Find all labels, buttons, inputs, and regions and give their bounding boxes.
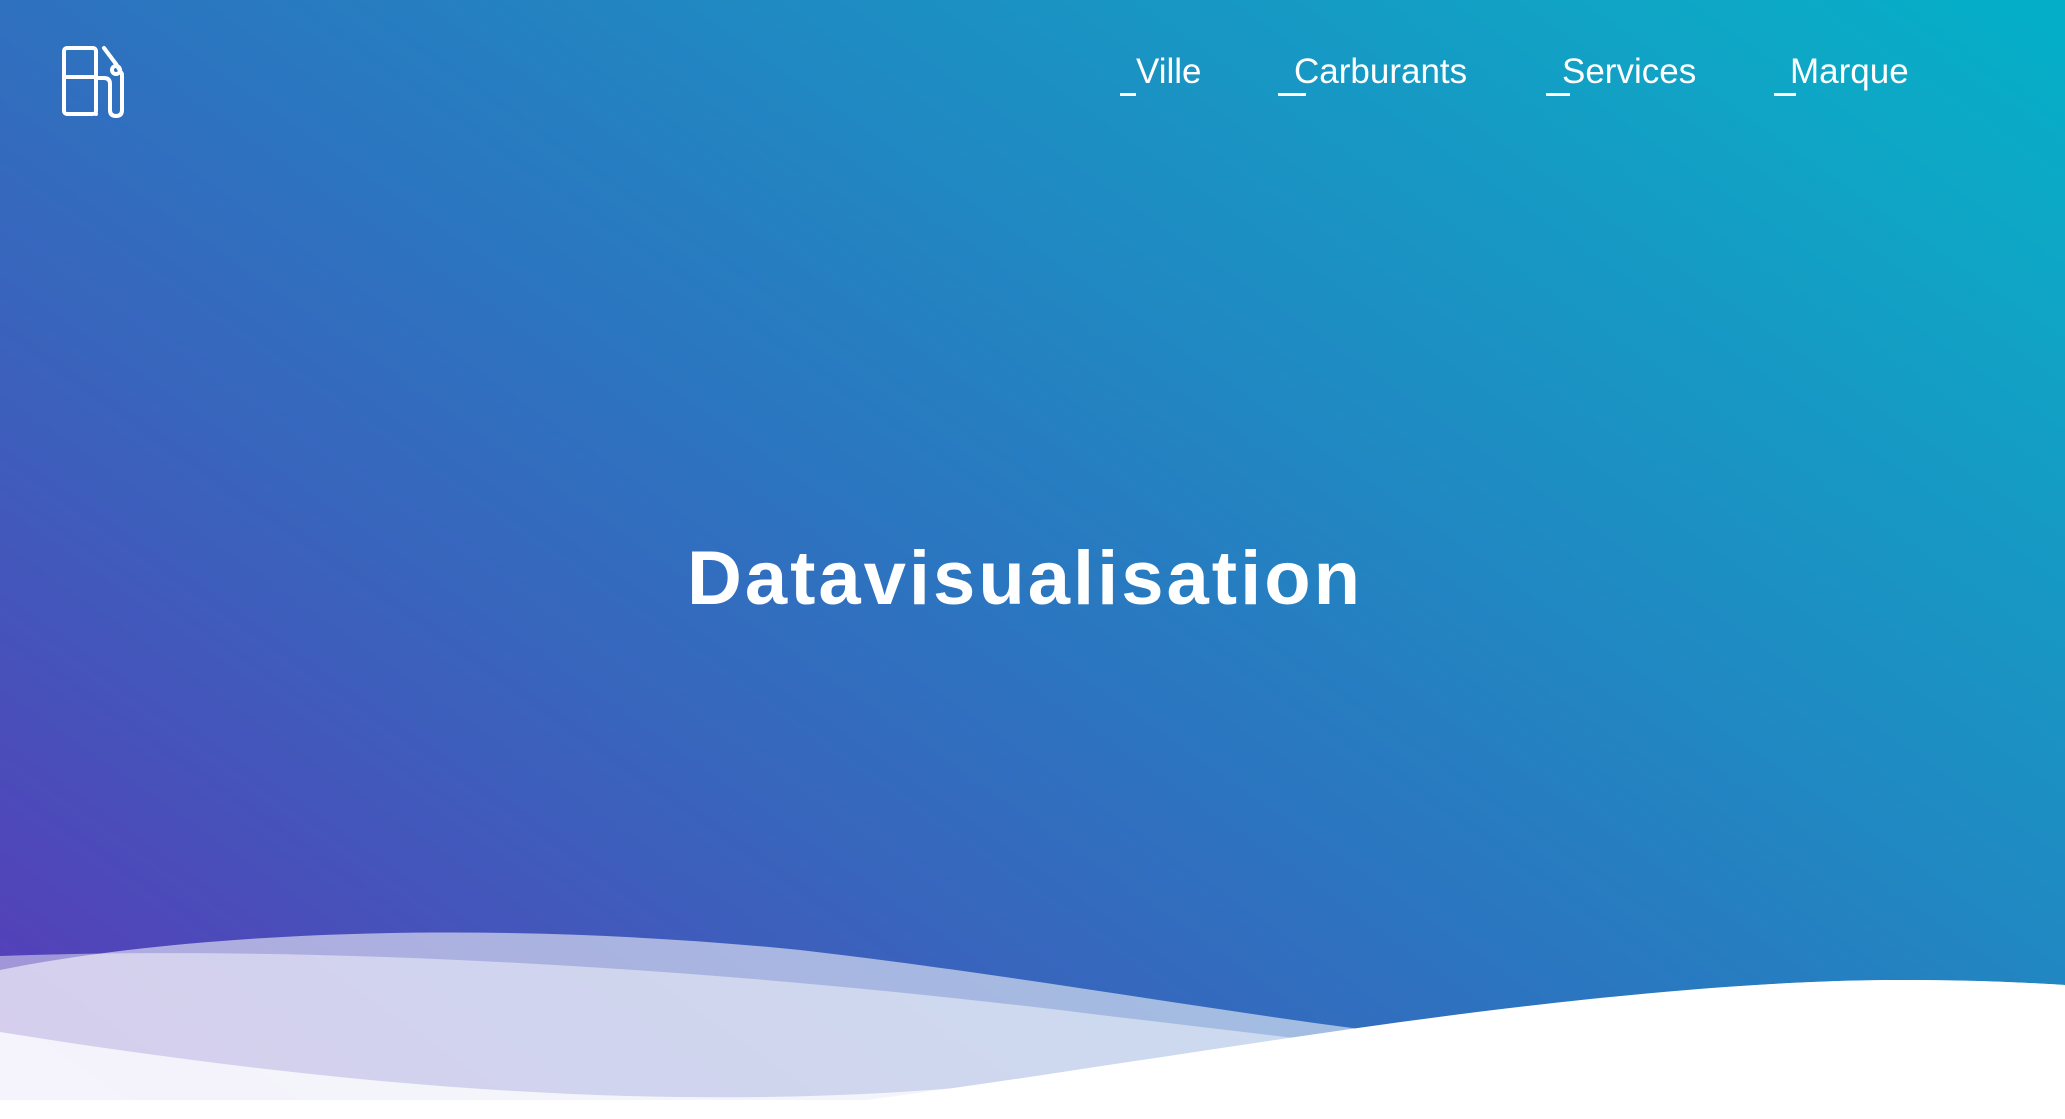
wave-decoration [0, 932, 2065, 1119]
hero-section: Ville Carburants Services Marque Datavis… [0, 0, 2065, 1119]
